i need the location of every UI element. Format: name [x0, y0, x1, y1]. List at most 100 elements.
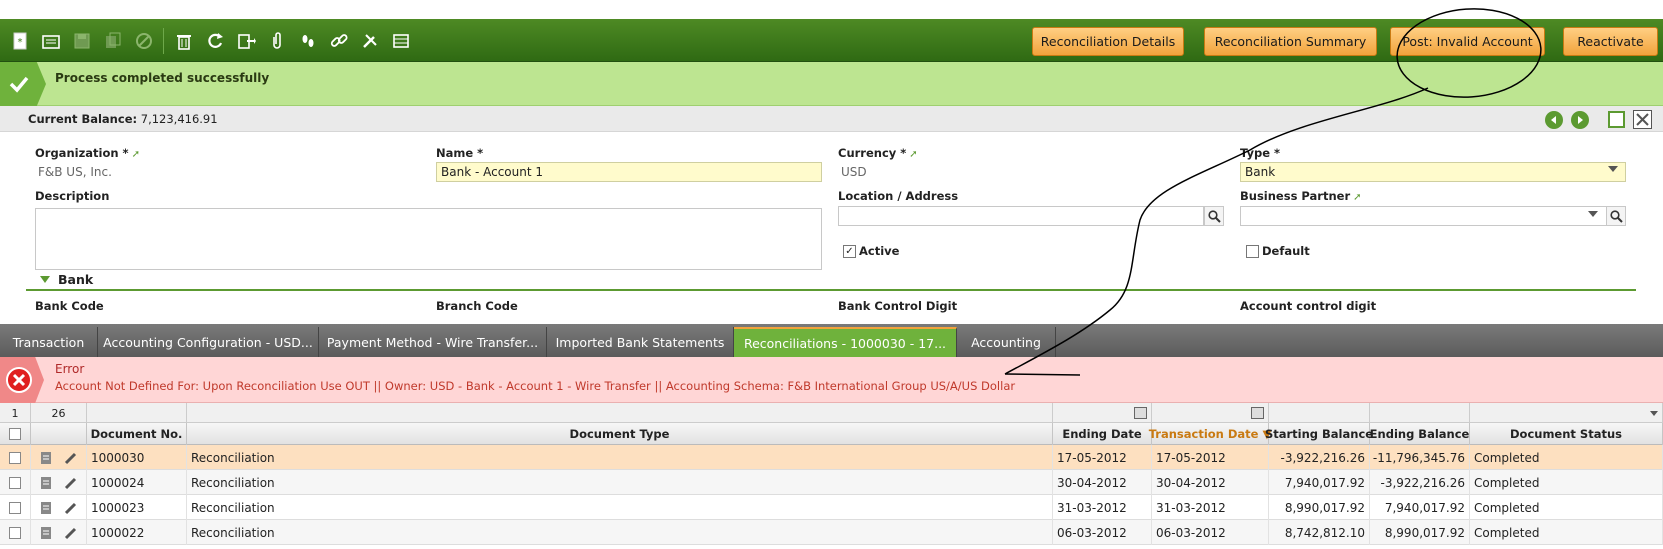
collapse-triangle-icon[interactable] — [40, 276, 50, 283]
success-message-bar: Process completed successfully — [0, 62, 1663, 106]
description-field[interactable] — [35, 208, 822, 270]
row-checkbox-cell[interactable] — [0, 520, 31, 545]
table-cell: -3,922,216.26 — [1370, 470, 1470, 495]
save-icon[interactable] — [68, 28, 95, 54]
table-cell: Reconciliation — [187, 445, 1053, 470]
tools-icon[interactable] — [356, 28, 383, 54]
row-checkbox-cell[interactable] — [0, 470, 31, 495]
edit-pencil-icon[interactable] — [64, 476, 78, 490]
link-icon[interactable]: ➚ — [909, 149, 917, 160]
close-icon[interactable] — [1633, 110, 1652, 129]
table-cell: -11,796,345.76 — [1370, 445, 1470, 470]
business-partner-label-text: Business Partner — [1240, 189, 1351, 203]
row-checkbox[interactable] — [9, 501, 21, 514]
link-icon[interactable]: ➚ — [132, 149, 140, 160]
attach-icon[interactable] — [263, 28, 290, 54]
copy-icon[interactable] — [99, 28, 126, 54]
select-all-checkbox[interactable] — [9, 428, 21, 440]
row-checkbox[interactable] — [9, 476, 21, 489]
undo-icon[interactable] — [130, 28, 157, 54]
location-field[interactable] — [838, 206, 1204, 226]
new-doc-icon[interactable] — [37, 28, 64, 54]
new-icon[interactable]: * — [6, 28, 33, 54]
table-row[interactable]: 1000030 Reconciliation 17-05-2012 17-05-201… — [0, 445, 1663, 470]
previous-record-icon[interactable] — [1545, 111, 1563, 129]
next-record-icon[interactable] — [1571, 111, 1589, 129]
table-row[interactable]: 1000022 Reconciliation 06-03-2012 06-03-201… — [0, 520, 1663, 545]
row-checkbox-cell[interactable] — [0, 495, 31, 520]
row-checkbox-cell[interactable] — [0, 445, 31, 470]
tab-reconciliations[interactable]: Reconciliations - 1000030 - 17... — [734, 327, 957, 357]
grid-icon[interactable] — [387, 28, 414, 54]
chevron-down-icon[interactable] — [1588, 211, 1598, 217]
name-field[interactable]: Bank - Account 1 — [436, 162, 822, 182]
tab-payment-method[interactable]: Payment Method - Wire Transfer... — [319, 327, 547, 357]
filter-transaction-date[interactable] — [1152, 403, 1269, 423]
select-all-checkbox-cell[interactable] — [0, 423, 31, 445]
tab-imported-bank-statements[interactable]: Imported Bank Statements — [547, 327, 734, 357]
bank-section-header[interactable]: Bank — [26, 271, 1636, 291]
document-icon[interactable] — [40, 526, 52, 540]
refresh-icon[interactable] — [201, 28, 228, 54]
document-icon[interactable] — [40, 501, 52, 515]
filter-document-status[interactable] — [1470, 403, 1663, 423]
default-checkbox[interactable] — [1246, 245, 1259, 258]
main-toolbar: * Reconciliation Details Reconciliation … — [0, 19, 1663, 62]
edit-pencil-icon[interactable] — [64, 501, 78, 515]
table-cell: 8,742,812.10 — [1269, 520, 1370, 545]
type-select[interactable]: Bank — [1240, 162, 1626, 182]
column-transaction-date[interactable]: Transaction Date ▼ — [1149, 423, 1271, 445]
tab-accounting-configuration[interactable]: Accounting Configuration - USD... — [98, 327, 319, 357]
chevron-down-icon[interactable] — [1608, 166, 1618, 172]
business-partner-field[interactable] — [1240, 206, 1626, 226]
bank-code-label: Bank Code — [35, 299, 104, 313]
filter-ending-date[interactable] — [1053, 403, 1152, 423]
column-document-type[interactable]: Document Type — [187, 423, 1053, 445]
document-icon[interactable] — [40, 451, 52, 465]
edit-pencil-icon[interactable] — [64, 526, 78, 540]
default-label: Default — [1262, 244, 1310, 258]
table-cell: 31-03-2012 — [1053, 495, 1152, 520]
checkmark-icon — [0, 62, 46, 106]
edit-pencil-icon[interactable] — [64, 451, 78, 465]
calendar-icon[interactable] — [1134, 407, 1147, 419]
filter-starting-balance[interactable] — [1269, 403, 1370, 423]
table-cell: 30-04-2012 — [1152, 470, 1269, 495]
column-document-status[interactable]: Document Status — [1470, 423, 1663, 445]
footprints-icon[interactable] — [294, 28, 321, 54]
search-icon[interactable] — [1606, 206, 1626, 226]
filter-ending-balance[interactable] — [1370, 403, 1470, 423]
column-ending-date[interactable]: Ending Date — [1053, 423, 1152, 445]
column-starting-balance[interactable]: Starting Balance — [1265, 423, 1373, 445]
document-icon[interactable] — [40, 476, 52, 490]
link-icon[interactable] — [325, 28, 352, 54]
reconciliation-summary-button[interactable]: Reconciliation Summary — [1204, 27, 1377, 56]
current-balance: Current Balance: 7,123,416.91 — [28, 112, 218, 126]
active-checkbox[interactable]: ✓ — [843, 245, 856, 258]
filter-document-no[interactable] — [87, 403, 187, 423]
export-icon[interactable] — [232, 28, 259, 54]
grid-filter-row: 1 26 — [0, 403, 1663, 423]
column-document-no[interactable]: Document No. — [87, 423, 187, 445]
tab-accounting[interactable]: Accounting — [957, 327, 1056, 357]
column-ending-balance[interactable]: Ending Balance — [1370, 423, 1470, 445]
table-cell: 1000030 — [87, 445, 187, 470]
search-icon[interactable] — [1204, 206, 1224, 226]
row-checkbox[interactable] — [9, 526, 21, 539]
row-checkbox[interactable] — [9, 451, 21, 464]
table-cell: 06-03-2012 — [1152, 520, 1269, 545]
maximize-icon[interactable] — [1608, 111, 1625, 128]
filter-document-type[interactable] — [187, 403, 1053, 423]
error-icon — [6, 367, 32, 393]
reactivate-button[interactable]: Reactivate — [1563, 27, 1658, 56]
currency-value: USD — [841, 165, 867, 179]
tab-transaction[interactable]: Transaction — [0, 327, 98, 357]
calendar-icon[interactable] — [1251, 407, 1264, 419]
chevron-down-icon[interactable] — [1650, 410, 1658, 416]
link-icon[interactable]: ➚ — [1353, 192, 1361, 203]
table-row[interactable]: 1000024 Reconciliation 30-04-2012 30-04-201… — [0, 470, 1663, 495]
reconciliation-details-button[interactable]: Reconciliation Details — [1032, 27, 1184, 56]
delete-icon[interactable] — [170, 28, 197, 54]
table-row[interactable]: 1000023 Reconciliation 31-03-2012 31-03-201… — [0, 495, 1663, 520]
post-invalid-account-button[interactable]: Post: Invalid Account — [1390, 27, 1545, 56]
